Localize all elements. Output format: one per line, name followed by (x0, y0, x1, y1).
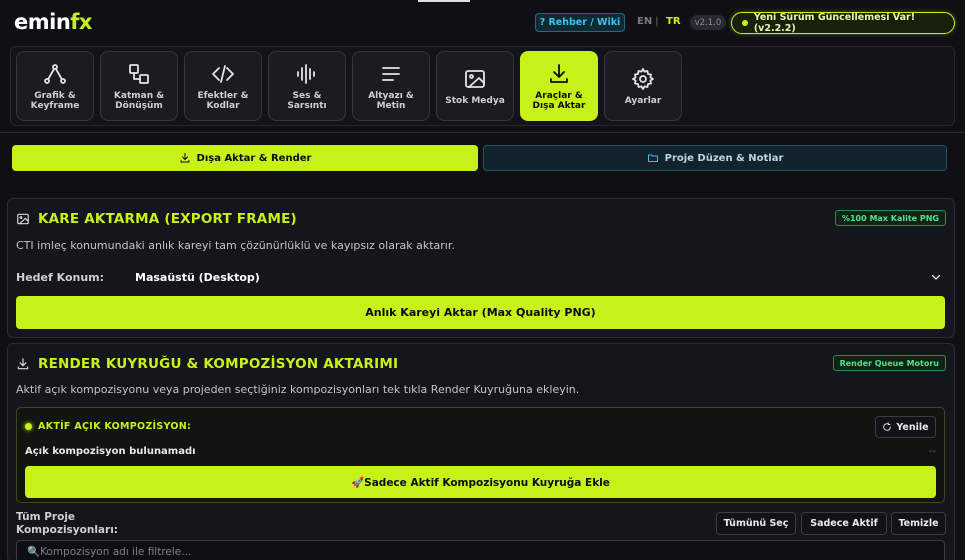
waveform-icon (297, 63, 315, 84)
quality-badge: %100 Max Kalite PNG (834, 210, 946, 226)
lang-separator: | (655, 16, 659, 27)
status-dot-icon (25, 423, 32, 430)
active-composition-title: AKTİF AÇIK KOMPOZİSYON: (25, 421, 191, 432)
image-icon (465, 69, 485, 88)
subtab-label: Dışa Aktar & Render (196, 152, 312, 164)
subtab-label: Proje Düzen & Notlar (664, 152, 784, 164)
render-queue-section: RENDER KUYRUĞU & KOMPOZİSYON AKTARIMI Re… (7, 343, 955, 560)
target-location-label: Hedef Konum: (16, 271, 105, 284)
tool-tab-export[interactable]: Araçlar & Dışa Aktar (520, 51, 598, 121)
active-composition-status: Açık kompozisyon bulunamadı (25, 446, 196, 457)
tool-tab-label: Araçlar & Dışa Aktar (532, 90, 586, 111)
tool-tab-label: Ses & Sarsıntı (287, 90, 327, 111)
refresh-button[interactable]: Yenile (875, 416, 936, 438)
update-dot-icon (742, 20, 748, 26)
subtab-project-notes[interactable]: Proje Düzen & Notlar (483, 145, 947, 171)
subtab-export-render[interactable]: Dışa Aktar & Render (12, 145, 478, 171)
render-queue-description: Aktif açık kompozisyonu veya projeden se… (16, 383, 580, 396)
active-composition-box: AKTİF AÇIK KOMPOZİSYON: Yenile Açık komp… (16, 407, 945, 503)
tool-tab-stock-media[interactable]: Stok Medya (436, 51, 514, 121)
target-location-select[interactable]: Masaüstü (Desktop) (135, 271, 260, 284)
section-title-text: RENDER KUYRUĞU & KOMPOZİSYON AKTARIMI (38, 356, 399, 372)
tool-tab-graph[interactable]: Grafik & Keyframe (16, 51, 94, 121)
tool-tab-label: Grafik & Keyframe (30, 90, 80, 111)
graph-icon (44, 63, 66, 84)
lang-tr-option[interactable]: TR (666, 16, 681, 27)
refresh-label: Yenile (896, 421, 929, 433)
tool-tab-label: Altyazı & Metin (368, 90, 414, 111)
tool-tab-label: Katman & Dönüşüm (113, 90, 165, 111)
tool-tab-layers[interactable]: Katman & Dönüşüm (100, 51, 178, 121)
add-active-to-queue-button[interactable]: 🚀Sadece Aktif Kompozisyonu Kuyruğa Ekle (25, 466, 936, 498)
tool-tab-settings[interactable]: Ayarlar (604, 51, 682, 121)
export-frame-section: KARE AKTARMA (EXPORT FRAME) %100 Max Kal… (7, 198, 955, 338)
download-icon (550, 63, 568, 83)
tool-tab-effects[interactable]: Efektler & Kodlar (184, 51, 262, 121)
text-lines-icon (382, 66, 400, 81)
tool-tab-label: Ayarlar (624, 95, 662, 106)
lang-en-option[interactable]: EN (637, 16, 652, 27)
tool-tab-text[interactable]: Altyazı & Metin (352, 51, 430, 121)
download-icon (180, 153, 190, 163)
layers-icon (129, 63, 149, 84)
tool-tab-label: Stok Medya (445, 95, 505, 106)
folder-icon (647, 154, 658, 162)
all-compositions-label: Tüm Proje Kompozisyonları: (16, 511, 118, 536)
version-badge: v2.1.0 (690, 15, 726, 30)
export-frame-button[interactable]: Anlık Kareyi Aktar (Max Quality PNG) (16, 296, 945, 329)
composition-filter-input[interactable] (16, 540, 945, 560)
code-icon (212, 64, 234, 83)
app-logo: eminfx (14, 10, 92, 34)
clear-button[interactable]: Temizle (891, 512, 946, 535)
gear-icon (632, 67, 654, 90)
section-title-text: KARE AKTARMA (EXPORT FRAME) (38, 211, 297, 227)
export-frame-title: KARE AKTARMA (EXPORT FRAME) (16, 211, 297, 227)
render-queue-title: RENDER KUYRUĞU & KOMPOZİSYON AKTARIMI (16, 356, 398, 372)
window-top-strip (418, 0, 470, 2)
select-all-button[interactable]: Tümünü Seç (716, 512, 796, 535)
export-frame-description: CTI imleç konumundaki anlık kareyi tam ç… (16, 239, 455, 252)
wiki-button[interactable]: ? Rehber / Wiki (535, 13, 625, 32)
tool-tab-label: Efektler & Kodlar (197, 90, 249, 111)
update-label: Yeni Sürüm Güncellemesi Var! (v2.2.2) (753, 12, 916, 34)
download-icon (17, 358, 29, 370)
chevron-down-icon[interactable] (930, 271, 942, 283)
update-available-button[interactable]: Yeni Sürüm Güncellemesi Var! (v2.2.2) (731, 12, 955, 34)
header-divider (0, 132, 965, 133)
tool-tabs-bar: Grafik & Keyframe Katman & Dönüşüm Efekt… (10, 46, 955, 126)
active-composition-dash: -- (928, 446, 936, 457)
render-engine-badge: Render Queue Motoru (832, 355, 946, 371)
refresh-icon (883, 422, 892, 431)
active-composition-label: AKTİF AÇIK KOMPOZİSYON: (38, 421, 192, 432)
tool-tab-audio[interactable]: Ses & Sarsıntı (268, 51, 346, 121)
only-active-button[interactable]: Sadece Aktif (801, 512, 887, 535)
image-icon (17, 213, 29, 225)
